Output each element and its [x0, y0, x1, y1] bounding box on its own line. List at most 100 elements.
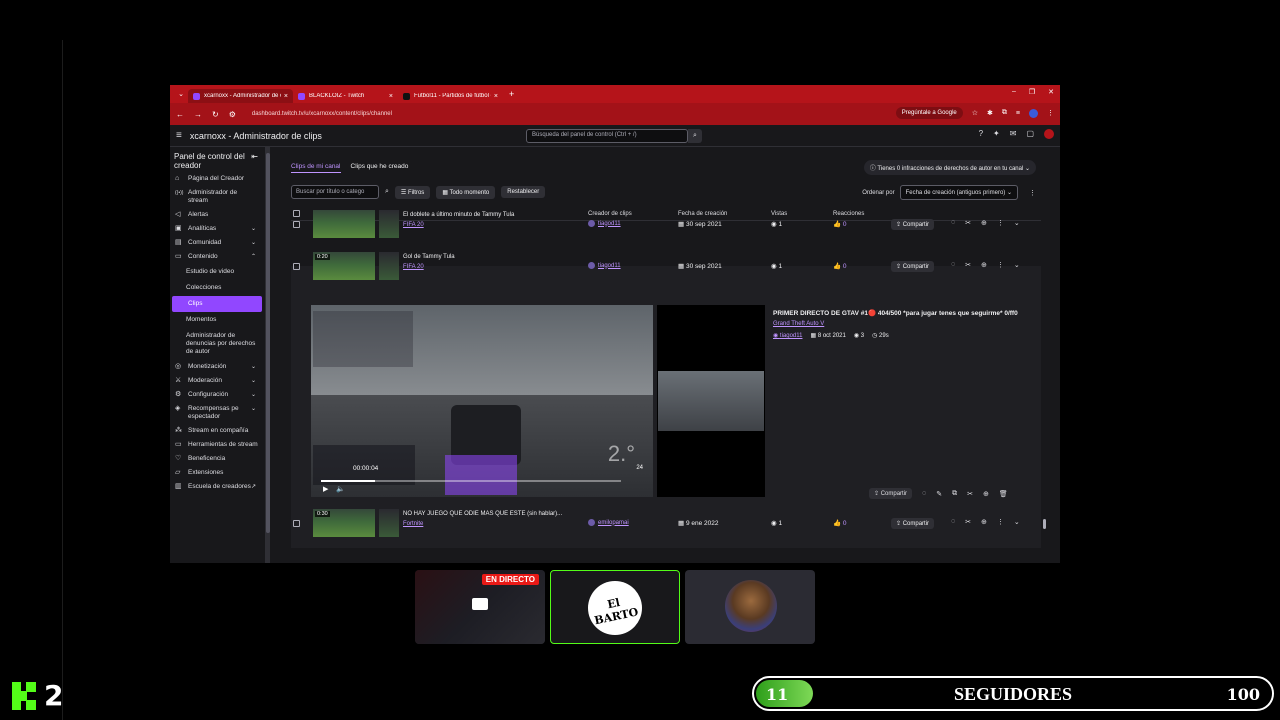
minimize-icon[interactable]: – — [1012, 88, 1016, 96]
clip-creator-link[interactable]: emilopamai — [588, 519, 629, 526]
volume-icon[interactable]: 🔈 — [336, 485, 345, 493]
chevron-down-icon[interactable]: ⌄ — [1014, 518, 1020, 526]
sidebar-item[interactable]: ▥ Escuela de creadores ↗ — [170, 480, 262, 494]
clip-game-link[interactable]: Grand Theft Auto V — [773, 321, 824, 327]
sidebar-item[interactable]: ▤ Comunidad ⌄ — [170, 236, 262, 250]
edit-icon[interactable]: ✎ — [936, 490, 942, 498]
chat-icon[interactable]: ▢ — [1026, 129, 1034, 139]
add-icon[interactable]: ⊕ — [981, 219, 987, 227]
browser-tab[interactable]: BLACKLOIZ - Twitch × — [293, 89, 398, 103]
clip-creator-link[interactable]: tiagod11 — [588, 220, 621, 227]
clip-game-link[interactable]: Fortnite — [403, 521, 423, 527]
share-button[interactable]: ⇪ Compartir — [869, 488, 913, 499]
filters-button[interactable]: ☰ Filtros — [394, 185, 431, 199]
vertical-preview[interactable] — [657, 305, 765, 497]
sidebar-subitem[interactable]: Momentos — [170, 312, 262, 328]
sidebar-item[interactable]: ⚔ Moderación ⌄ — [170, 374, 262, 388]
sidebar-item[interactable]: ◁ Alertas — [170, 208, 262, 222]
clip-reactions[interactable]: 👍 0 — [833, 519, 847, 527]
extension-icon[interactable]: ✱ — [987, 109, 993, 117]
sidebar-subitem[interactable]: Estudio de video — [170, 264, 262, 280]
more-options-icon[interactable]: ⋮ — [997, 261, 1004, 269]
star-icon[interactable]: ☆ — [972, 109, 978, 117]
sidebar-subitem[interactable]: Colecciones — [170, 280, 262, 296]
media-icon[interactable]: ≡ — [1016, 110, 1020, 117]
magic-icon[interactable]: ✦ — [993, 129, 1000, 139]
sidebar-item[interactable]: ⌂ Página del Creador — [170, 172, 262, 186]
browser-tab[interactable]: Futbol11 - Partidos de fútbol d × — [398, 89, 503, 103]
tab-my-channel-clips[interactable]: Clips de mi canal — [291, 163, 341, 173]
more-options-icon[interactable]: ⋮ — [1029, 189, 1036, 197]
forward-icon[interactable]: → — [194, 110, 202, 119]
dashboard-search-input[interactable]: Búsqueda del panel de control (Ctrl + /) — [526, 129, 688, 143]
row-checkbox[interactable] — [293, 263, 300, 270]
ask-google-button[interactable]: Pregúntale a Google — [895, 107, 963, 119]
puzzle-icon[interactable]: ⧉ — [1002, 109, 1007, 117]
scissors-icon[interactable]: ✂ — [967, 490, 973, 498]
reload-icon[interactable]: ↻ — [212, 110, 219, 119]
clip-creator-link[interactable]: ◉ tiagod11 — [773, 332, 802, 339]
share-button[interactable]: ⇪ Compartir — [891, 219, 935, 230]
clip-reactions[interactable]: 👍 0 — [833, 220, 847, 228]
scissors-icon[interactable]: ✂ — [965, 261, 971, 269]
chevron-down-icon[interactable]: ⌄ — [1014, 261, 1020, 269]
clip-game-link[interactable]: FIFA 20 — [403, 264, 424, 270]
collapse-icon[interactable]: ⇤ — [251, 152, 258, 161]
copyright-status[interactable]: ⓘ Tienes 0 infracciones de derechos de a… — [863, 160, 1036, 175]
row-checkbox[interactable] — [293, 520, 300, 527]
share-button[interactable]: ⇪ Compartir — [891, 518, 935, 529]
sidebar-item[interactable]: ⁂ Stream en compañía — [170, 424, 262, 438]
participant-tile[interactable]: El BARTO — [550, 570, 680, 644]
sidebar-subitem[interactable]: Clips — [172, 296, 262, 312]
search-icon[interactable]: ⌕ — [688, 129, 702, 143]
more-options-icon[interactable]: ⋮ — [997, 518, 1004, 526]
restore-icon[interactable]: ❐ — [1029, 88, 1035, 96]
sidebar-item[interactable]: ▱ Extensiones — [170, 466, 262, 480]
tab-search-icon[interactable]: ⌄ — [174, 90, 188, 98]
clip-reactions[interactable]: 👍 0 — [833, 262, 847, 270]
sort-select[interactable]: Fecha de creación (antiguos primero) ⌄ — [899, 185, 1018, 200]
clip-search-input[interactable]: Buscar por título o catego — [291, 185, 379, 199]
sidebar-item[interactable]: ◈ Recompensas pe espectador ⌄ — [170, 402, 262, 424]
reset-button[interactable]: Restablecer — [501, 186, 546, 198]
screen-share-tile[interactable]: EN DIRECTO — [415, 570, 545, 644]
scissors-icon[interactable]: ✂ — [965, 518, 971, 526]
clip-game-link[interactable]: FIFA 20 — [403, 222, 424, 228]
add-icon[interactable]: ⊕ — [983, 490, 989, 498]
sidebar-item[interactable]: ((•)) Administrador de stream — [170, 186, 262, 208]
avatar[interactable] — [1044, 129, 1054, 139]
tab-created-clips[interactable]: Clips que he creado — [351, 163, 409, 173]
clip-thumbnail[interactable] — [313, 210, 375, 238]
chevron-down-icon[interactable]: ⌄ — [1014, 219, 1020, 227]
inbox-icon[interactable]: ✉ — [1010, 129, 1017, 139]
clip-video-player[interactable]: 2.° 24 00:00:04 ▶ 🔈 — [311, 305, 653, 497]
menu-icon[interactable]: ⋮ — [1047, 109, 1054, 117]
add-icon[interactable]: ⊕ — [981, 261, 987, 269]
sidebar-item[interactable]: ▣ Analíticas ⌄ — [170, 222, 262, 236]
close-window-icon[interactable]: ✕ — [1048, 88, 1054, 96]
close-tab-icon[interactable]: × — [284, 93, 288, 100]
player-progress[interactable] — [321, 480, 621, 482]
scissors-icon[interactable]: ✂ — [965, 219, 971, 227]
main-scrollbar[interactable] — [1043, 229, 1046, 559]
browser-tab[interactable]: xcarnoxx - Administrador de cl × — [188, 89, 293, 103]
back-icon[interactable]: ← — [176, 110, 184, 119]
select-all-checkbox[interactable] — [293, 210, 300, 217]
sidebar-item[interactable]: ♡ Beneficencia — [170, 452, 262, 466]
close-tab-icon[interactable]: × — [494, 93, 498, 100]
sidebar-scrollbar[interactable] — [266, 147, 270, 563]
delete-icon[interactable]: 🗑 — [999, 490, 1008, 498]
sidebar-subitem[interactable]: Administrador de denuncias por derechos … — [170, 328, 262, 360]
search-icon[interactable]: ⌕ — [385, 188, 389, 196]
help-icon[interactable]: ? — [979, 129, 983, 139]
participant-tile[interactable] — [685, 570, 815, 644]
sidebar-item[interactable]: ◎ Monetización ⌄ — [170, 360, 262, 374]
time-range-button[interactable]: ▦ Todo momento — [436, 185, 496, 199]
more-options-icon[interactable]: ⋮ — [997, 219, 1004, 227]
sidebar-item[interactable]: ⚙ Configuración ⌄ — [170, 388, 262, 402]
profile-icon[interactable] — [1029, 108, 1038, 118]
add-icon[interactable]: ⊕ — [981, 518, 987, 526]
menu-icon[interactable]: ≡ — [176, 130, 182, 141]
clip-creator-link[interactable]: tiagod11 — [588, 262, 621, 269]
open-external-icon[interactable]: ⧉ — [952, 490, 957, 498]
